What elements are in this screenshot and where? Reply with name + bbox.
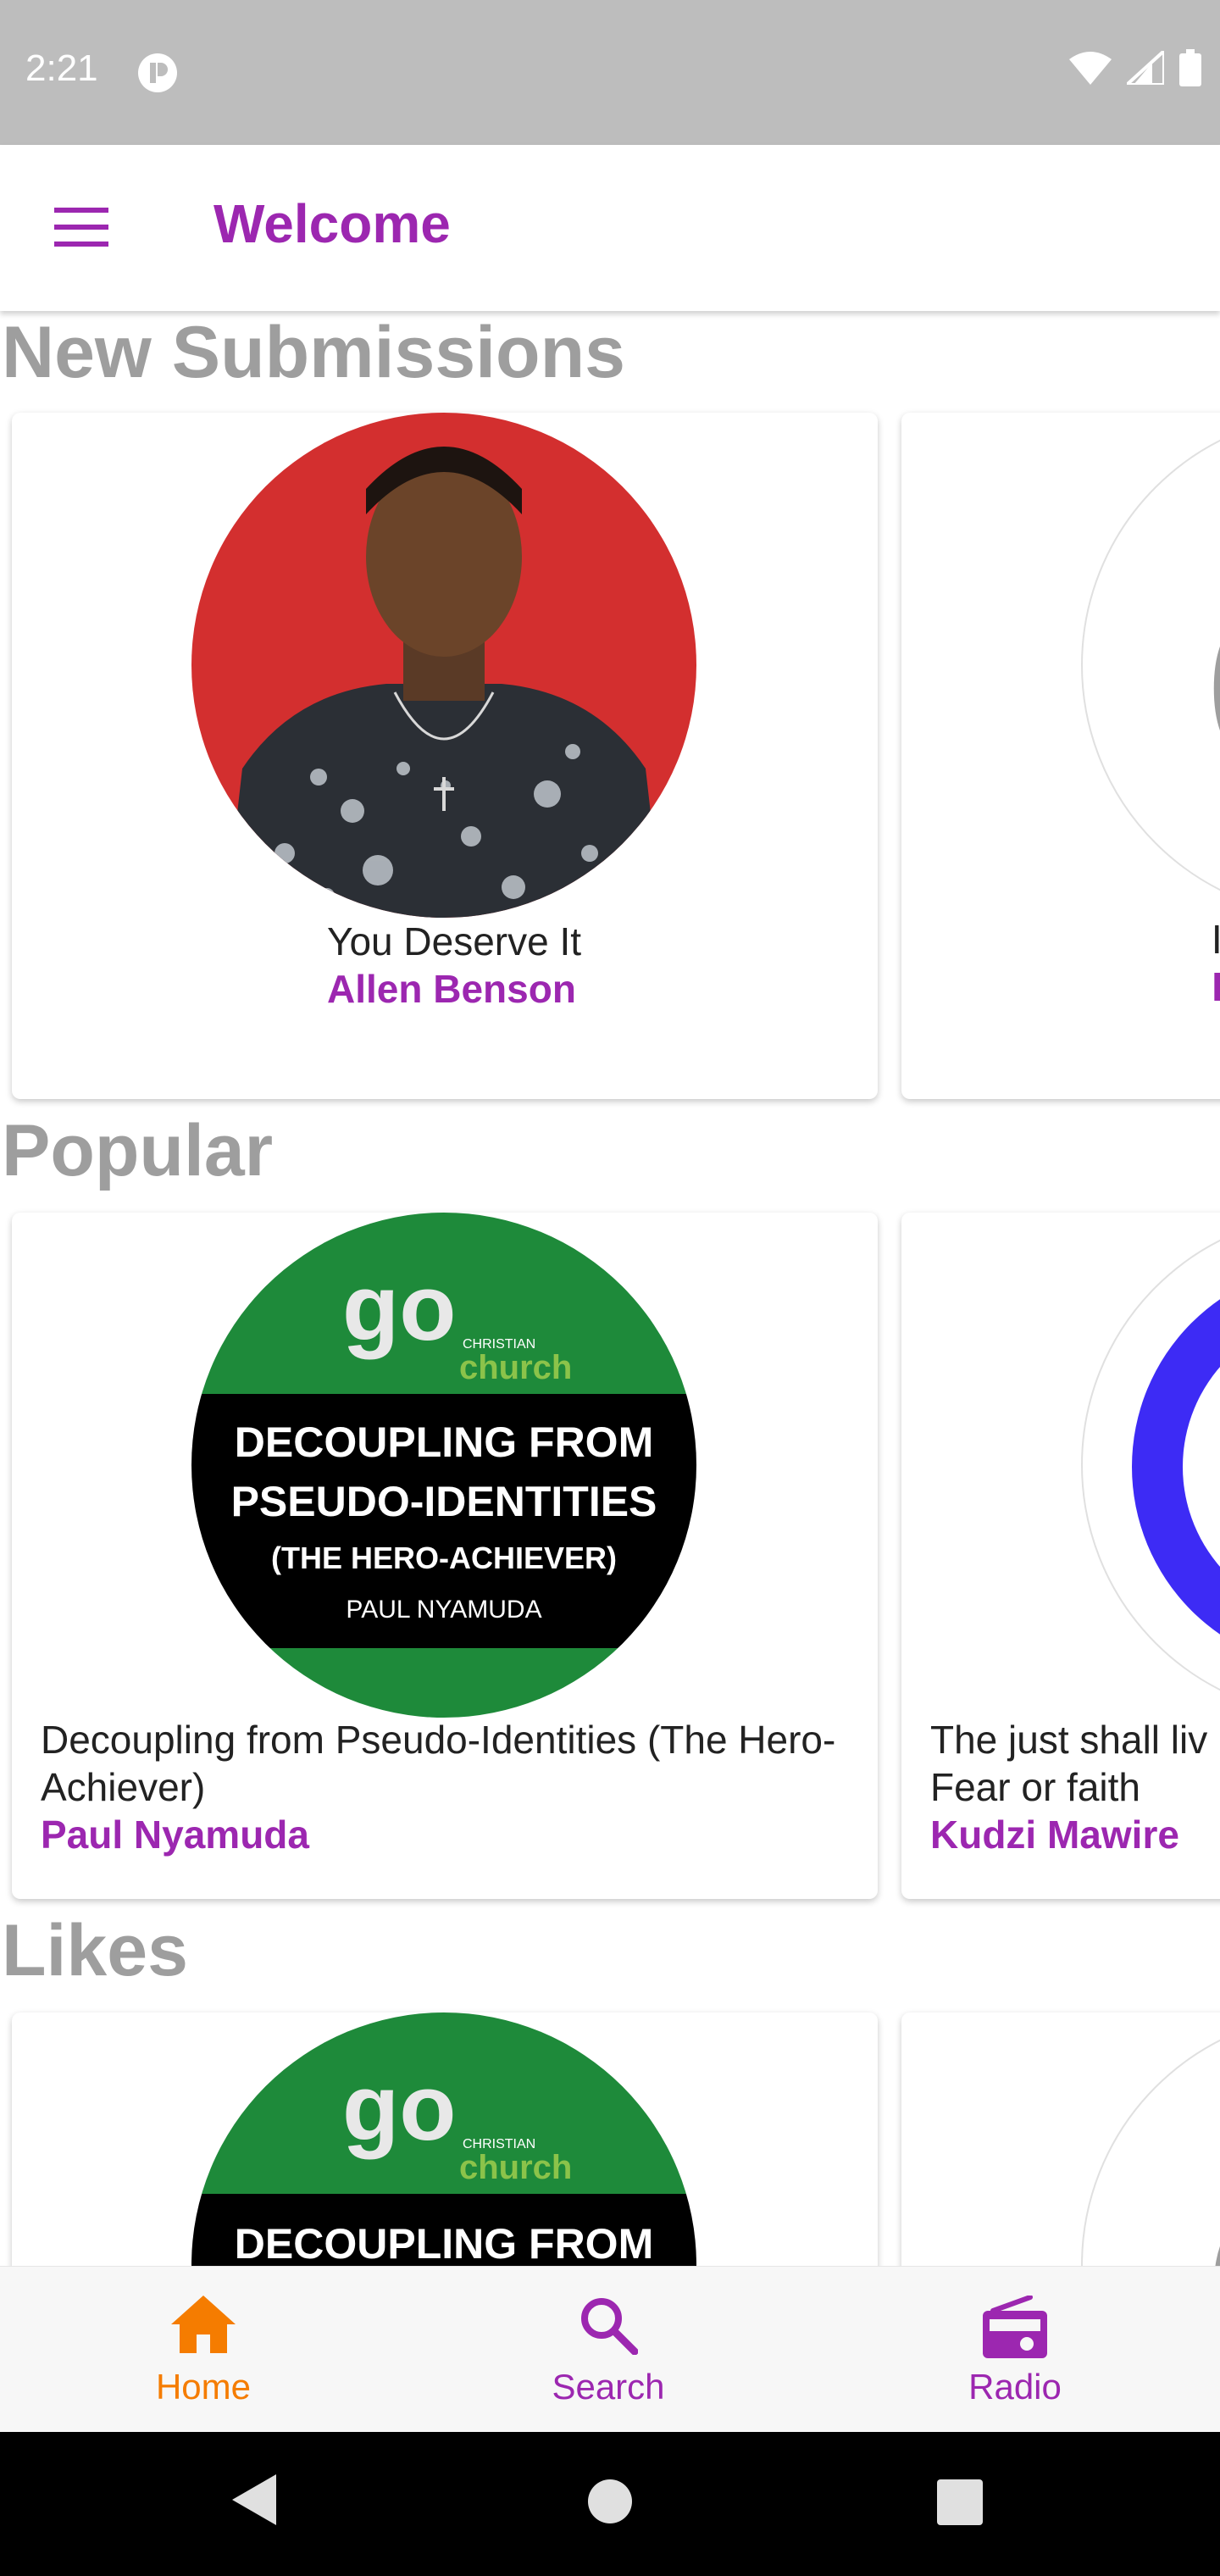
- album-art-go-logo-likes: g: [1081, 2012, 1220, 2266]
- home-icon: [171, 2296, 236, 2353]
- status-time: 2:21: [25, 47, 98, 89]
- nav-home-label: Home: [155, 2367, 252, 2407]
- cell-signal-icon: [1127, 51, 1164, 85]
- back-icon[interactable]: [232, 2474, 276, 2525]
- page-title: Welcome: [214, 193, 451, 254]
- artist-name: Paul Nyamuda: [41, 1813, 309, 1857]
- track-title: The just shall liv: [930, 1718, 1208, 1762]
- track-title: Decoupling from Pseudo-Identities (The H…: [41, 1718, 836, 1809]
- track-title: You Deserve It: [327, 919, 582, 963]
- wifi-icon: [1069, 52, 1112, 85]
- system-navigation-bar: [0, 2432, 1220, 2576]
- battery-icon: [1179, 49, 1201, 86]
- nav-home[interactable]: Home: [102, 2267, 305, 2433]
- card-popular-1[interactable]: go church CHRISTIAN DECOUPLING FROM PSEU…: [12, 1213, 878, 1899]
- card-new-submission-1[interactable]: You Deserve It Allen Benson: [12, 413, 878, 1099]
- status-icons: [1069, 49, 1201, 86]
- home-circle-icon[interactable]: [586, 2478, 634, 2525]
- svg-text:(THE HERO-ACHIEVER): (THE HERO-ACHIEVER): [271, 1541, 617, 1575]
- artist-name: Allen Benson: [327, 967, 576, 1011]
- svg-text:church: church: [459, 2149, 572, 2186]
- nav-radio[interactable]: Radio: [913, 2267, 1117, 2433]
- svg-text:PSEUDO-IDENTITIES: PSEUDO-IDENTITIES: [231, 1478, 657, 1525]
- album-art-go-logo: g: [1081, 413, 1220, 918]
- album-art-decoupling: go church CHRISTIAN DECOUPLING FROM PSEU…: [191, 1213, 696, 1718]
- card-likes-2[interactable]: g: [901, 2012, 1220, 2266]
- album-art-decoupling-likes: go church CHRISTIAN DECOUPLING FROM: [191, 2012, 696, 2266]
- album-art-blue-ring: [1081, 1213, 1220, 1718]
- card-likes-1[interactable]: go church CHRISTIAN DECOUPLING FROM: [12, 2012, 878, 2266]
- svg-text:DECOUPLING FROM: DECOUPLING FROM: [235, 1418, 653, 1466]
- recents-square-icon[interactable]: [937, 2479, 983, 2525]
- svg-text:go: go: [342, 2056, 456, 2160]
- svg-text:CHRISTIAN: CHRISTIAN: [463, 2137, 535, 2151]
- svg-text:church: church: [459, 1349, 572, 1386]
- card-new-submission-2[interactable]: g I I: [901, 413, 1220, 1099]
- section-title-likes: Likes: [2, 1910, 188, 1991]
- svg-text:CHRISTIAN: CHRISTIAN: [463, 1337, 535, 1352]
- notification-app-icon: [138, 53, 177, 92]
- nav-search-label: Search: [552, 2367, 665, 2407]
- section-title-popular: Popular: [2, 1110, 274, 1191]
- track-title-partial: I: [1212, 918, 1220, 963]
- track-subtitle: Fear or faith: [930, 1765, 1140, 1809]
- art-logo-go: go: [342, 1256, 456, 1360]
- artist-name-partial: I: [1212, 965, 1220, 1011]
- radio-icon: [983, 2296, 1047, 2358]
- nav-radio-label: Radio: [968, 2367, 1062, 2407]
- status-bar: 2:21: [0, 0, 1220, 145]
- bottom-navigation: Home Search Radio: [0, 2266, 1220, 2432]
- home-content[interactable]: New Submissions You Deserve It Allen Ben…: [0, 311, 1220, 2266]
- menu-button[interactable]: [41, 196, 125, 264]
- search-icon: [581, 2298, 638, 2355]
- svg-text:PAUL NYAMUDA: PAUL NYAMUDA: [346, 1596, 541, 1624]
- album-art-allen-benson: [191, 413, 696, 918]
- card-popular-2[interactable]: The just shall liv Fear or faith Kudzi M…: [901, 1213, 1220, 1899]
- nav-search[interactable]: Search: [507, 2267, 710, 2433]
- hamburger-menu-icon: [54, 208, 108, 247]
- artist-name: Kudzi Mawire: [930, 1813, 1179, 1857]
- svg-text:DECOUPLING FROM: DECOUPLING FROM: [235, 2220, 653, 2266]
- app-bar: Welcome: [0, 145, 1220, 311]
- svg-text:g: g: [1201, 2095, 1220, 2266]
- svg-text:g: g: [1201, 495, 1220, 837]
- section-title-new-submissions: New Submissions: [2, 312, 625, 393]
